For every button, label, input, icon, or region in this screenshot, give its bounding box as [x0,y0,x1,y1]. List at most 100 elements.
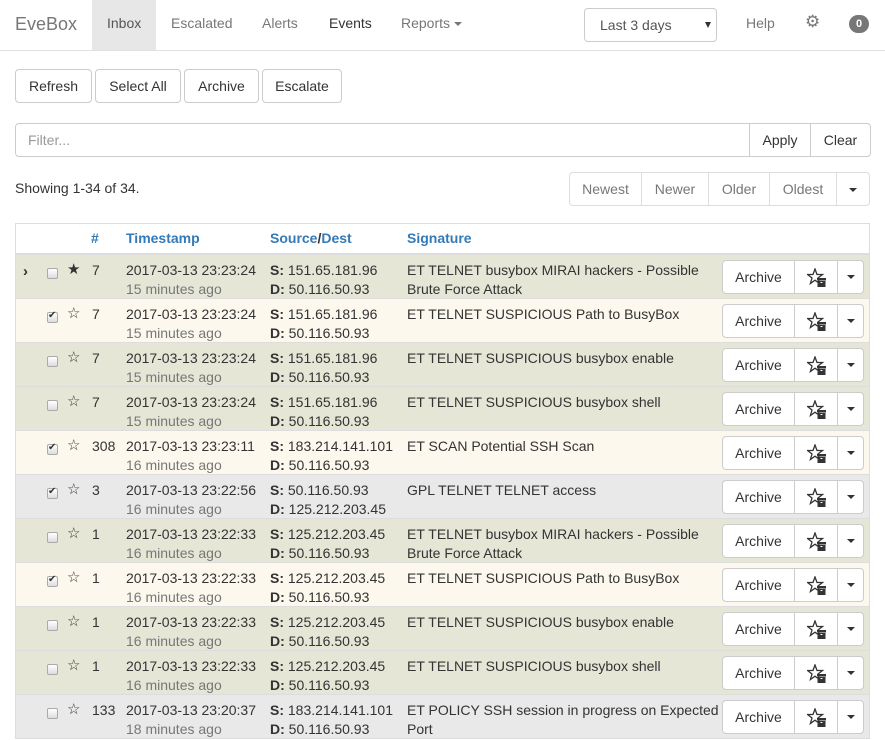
escalate-archive-button[interactable] [795,569,838,601]
pager-older[interactable]: Older [708,172,770,206]
star-archive-icon [807,444,826,463]
star-outline-icon[interactable]: ☆ [67,700,80,718]
star-outline-icon[interactable]: ☆ [67,348,80,366]
row-checkbox[interactable] [47,268,58,279]
header-count[interactable]: # [91,230,99,246]
row-dropdown-button[interactable] [838,569,864,601]
row-checkbox[interactable] [47,664,58,675]
pager-newer[interactable]: Newer [641,172,709,206]
gear-icon[interactable]: ⚙ [805,13,821,30]
escalate-archive-button[interactable] [795,349,838,381]
row-archive-button[interactable]: Archive [723,657,795,689]
row-dropdown-button[interactable] [838,261,864,293]
table-row[interactable]: ☆ 1 2017-03-13 23:22:33 16 minutes ago S:… [16,563,869,607]
row-archive-button[interactable]: Archive [723,613,795,645]
row-dropdown-button[interactable] [838,305,864,337]
row-checkbox[interactable] [47,400,58,411]
star-filled-icon[interactable]: ★ [67,260,80,278]
header-signature[interactable]: Signature [407,230,472,246]
event-timestamp: 2017-03-13 23:22:33 16 minutes ago [126,525,256,563]
table-row[interactable]: ☆ 308 2017-03-13 23:23:1116 minutes ago … [16,431,869,475]
notification-badge[interactable]: 0 [849,15,869,33]
star-outline-icon[interactable]: ☆ [67,656,80,674]
header-source[interactable]: Source [270,230,317,246]
row-checkbox[interactable] [47,574,58,587]
escalate-archive-button[interactable] [795,701,838,733]
star-outline-icon[interactable]: ☆ [67,480,80,498]
timestamp-ago: 15 minutes ago [126,413,222,429]
row-checkbox[interactable] [47,708,58,719]
table-row[interactable]: ☆ 7 2017-03-13 23:23:24 15 minutes ago S:… [16,299,869,343]
escalate-archive-button[interactable] [795,657,838,689]
row-dropdown-button[interactable] [838,393,864,425]
row-dropdown-button[interactable] [838,613,864,645]
pager-oldest[interactable]: Oldest [769,172,837,206]
row-archive-button[interactable]: Archive [723,569,795,601]
header-timestamp[interactable]: Timestamp [126,230,200,246]
star-outline-icon[interactable]: ☆ [67,436,80,454]
timestamp-value: 2017-03-13 23:20:37 [126,702,256,718]
row-archive-button[interactable]: Archive [723,261,795,293]
row-checkbox[interactable] [47,486,58,499]
nav-help[interactable]: Help [731,0,790,50]
select-all-button[interactable]: Select All [95,69,181,103]
row-dropdown-button[interactable] [838,437,864,469]
table-row[interactable]: ☆ 1 2017-03-13 23:22:33 16 minutes ago S:… [16,607,869,651]
event-signature: ET POLICY SSH session in progress on Exp… [407,702,719,737]
table-row[interactable]: ☆ 1 2017-03-13 23:22:33 16 minutes ago S:… [16,519,869,563]
row-checkbox[interactable] [47,532,58,543]
table-row[interactable]: ☆ 7 2017-03-13 23:23:24 15 minutes ago S:… [16,343,869,387]
row-checkbox[interactable] [47,310,58,323]
row-archive-button[interactable]: Archive [723,481,795,513]
escalate-archive-button[interactable] [795,261,838,293]
row-dropdown-button[interactable] [838,525,864,557]
table-row[interactable]: ☆ 7 2017-03-13 23:23:24 15 minutes ago S:… [16,387,869,431]
pager-dropdown-button[interactable] [836,172,870,206]
row-checkbox[interactable] [47,356,58,367]
apply-button[interactable]: Apply [749,123,811,157]
nav-events[interactable]: Events [314,0,387,50]
escalate-archive-button[interactable] [795,481,838,513]
brand-logo[interactable]: EveBox [15,14,77,35]
refresh-button[interactable]: Refresh [15,69,92,103]
row-archive-button[interactable]: Archive [723,393,795,425]
row-archive-button[interactable]: Archive [723,349,795,381]
row-dropdown-button[interactable] [838,701,864,733]
header-dest[interactable]: Dest [321,230,351,246]
row-checkbox[interactable] [47,620,58,631]
archive-selected-button[interactable]: Archive [184,69,259,103]
star-outline-icon[interactable]: ☆ [67,392,80,410]
nav-alerts[interactable]: Alerts [247,0,313,50]
table-row[interactable]: ☆ 3 2017-03-13 23:22:56 16 minutes ago S:… [16,475,869,519]
row-dropdown-button[interactable] [838,657,864,689]
row-checkbox[interactable] [47,442,58,455]
row-dropdown-button[interactable] [838,349,864,381]
row-archive-button[interactable]: Archive [723,525,795,557]
table-row[interactable]: ☆ 133 2017-03-13 23:20:37 18 minutes ago … [16,695,869,739]
escalate-archive-button[interactable] [795,613,838,645]
row-archive-button[interactable]: Archive [723,437,795,469]
nav-escalated[interactable]: Escalated [156,0,247,50]
table-row[interactable]: ☆ 1 2017-03-13 23:22:33 16 minutes ago S:… [16,651,869,695]
row-dropdown-button[interactable] [838,481,864,513]
star-outline-icon[interactable]: ☆ [67,524,80,542]
nav-reports[interactable]: Reports [386,0,477,50]
escalate-selected-button[interactable]: Escalate [262,69,342,103]
table-row[interactable]: › ★ 7 2017-03-13 23:23:24 15 minutes ago … [16,255,869,299]
star-outline-icon[interactable]: ☆ [67,304,80,322]
row-archive-button[interactable]: Archive [723,305,795,337]
filter-input[interactable]: Filter... [15,123,750,157]
star-outline-icon[interactable]: ☆ [67,612,80,630]
escalate-archive-button[interactable] [795,525,838,557]
star-outline-icon[interactable]: ☆ [67,568,80,586]
clear-button[interactable]: Clear [810,123,871,157]
source-label: S: [270,702,284,718]
dest-label: D: [270,369,285,385]
escalate-archive-button[interactable] [795,393,838,425]
escalate-archive-button[interactable] [795,305,838,337]
row-archive-button[interactable]: Archive [723,701,795,733]
nav-inbox[interactable]: Inbox [92,0,156,50]
escalate-archive-button[interactable] [795,437,838,469]
time-range-select[interactable]: Last 3 days [584,8,717,42]
pager-newest[interactable]: Newest [569,172,642,206]
